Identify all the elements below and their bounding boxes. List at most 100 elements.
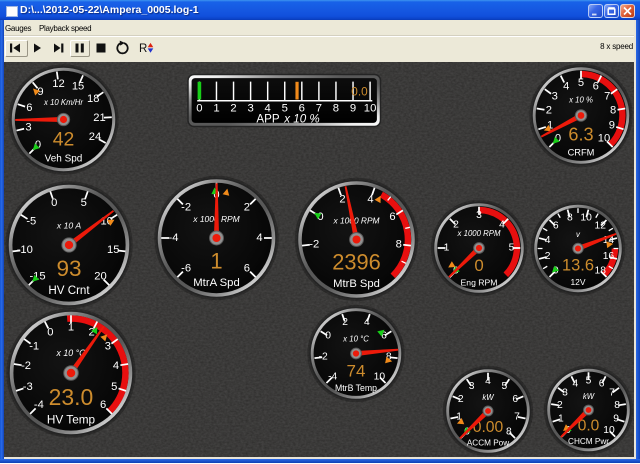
svg-text:10: 10 [580, 213, 592, 224]
svg-text:12: 12 [52, 78, 64, 90]
svg-text:x 10 %: x 10 % [283, 113, 319, 126]
svg-text:8: 8 [610, 104, 616, 116]
svg-text:ACCM Pow: ACCM Pow [467, 439, 509, 448]
svg-text:5: 5 [509, 243, 515, 254]
svg-text:2: 2 [230, 103, 236, 115]
svg-text:5: 5 [502, 381, 508, 392]
svg-text:MtrA Spd: MtrA Spd [193, 277, 239, 289]
svg-text:CHCM Pwr: CHCM Pwr [568, 437, 609, 446]
svg-text:7: 7 [604, 90, 610, 102]
svg-text:6: 6 [389, 211, 395, 223]
svg-text:6: 6 [599, 379, 605, 390]
svg-text:0: 0 [474, 256, 483, 275]
svg-text:-2: -2 [21, 360, 31, 372]
svg-text:-5: -5 [26, 215, 36, 227]
svg-text:3: 3 [562, 387, 568, 398]
svg-text:x 10 %: x 10 % [568, 95, 593, 104]
svg-text:4: 4 [113, 360, 119, 372]
svg-text:10: 10 [603, 425, 615, 436]
svg-text:CRFM: CRFM [568, 148, 595, 158]
svg-text:APP: APP [256, 113, 279, 126]
svg-text:2: 2 [339, 193, 345, 205]
svg-text:x 10 °C: x 10 °C [342, 334, 369, 343]
svg-text:-15: -15 [29, 270, 45, 282]
svg-text:0: 0 [51, 197, 57, 209]
svg-text:15: 15 [72, 81, 84, 93]
svg-text:7: 7 [609, 387, 615, 398]
svg-text:74: 74 [347, 362, 366, 381]
svg-text:-10: -10 [17, 244, 33, 256]
svg-text:-2: -2 [319, 352, 328, 363]
svg-text:10: 10 [364, 103, 377, 115]
svg-text:12: 12 [595, 221, 607, 232]
svg-text:20: 20 [94, 270, 106, 282]
svg-text:5: 5 [578, 77, 584, 89]
svg-text:12V: 12V [570, 277, 585, 287]
svg-text:-2: -2 [309, 238, 319, 250]
svg-text:x 10 A: x 10 A [56, 220, 81, 230]
svg-text:5: 5 [81, 197, 87, 209]
svg-text:6: 6 [593, 81, 599, 93]
svg-text:8: 8 [506, 426, 512, 437]
svg-text:4: 4 [364, 317, 370, 328]
svg-text:kW: kW [482, 393, 494, 402]
svg-text:2: 2 [557, 400, 563, 411]
svg-text:-4: -4 [169, 232, 179, 244]
svg-text:Eng RPM: Eng RPM [461, 277, 498, 287]
svg-text:16: 16 [603, 251, 615, 262]
svg-text:MtrB Spd: MtrB Spd [333, 278, 380, 290]
svg-text:3: 3 [247, 103, 253, 115]
svg-text:3: 3 [552, 90, 558, 102]
svg-text:4: 4 [545, 235, 551, 246]
svg-text:1: 1 [444, 243, 450, 254]
svg-text:1: 1 [558, 413, 564, 424]
svg-text:5: 5 [586, 376, 592, 387]
svg-text:2: 2 [458, 394, 464, 405]
svg-text:2396: 2396 [332, 250, 381, 275]
svg-text:x 1000 RPM: x 1000 RPM [457, 229, 501, 238]
svg-text:1: 1 [210, 248, 222, 273]
svg-text:4: 4 [367, 193, 373, 205]
svg-text:6: 6 [512, 394, 518, 405]
svg-text:9: 9 [609, 120, 615, 132]
svg-text:0: 0 [325, 330, 331, 341]
svg-text:8: 8 [396, 238, 402, 250]
svg-text:18: 18 [87, 93, 99, 105]
svg-text:6: 6 [26, 102, 32, 114]
svg-text:8: 8 [614, 400, 620, 411]
svg-text:MtrB Temp: MtrB Temp [335, 383, 377, 393]
svg-text:HV Temp: HV Temp [47, 413, 96, 426]
svg-text:-4: -4 [328, 371, 337, 382]
svg-text:0: 0 [47, 326, 53, 338]
svg-text:3: 3 [25, 122, 31, 134]
svg-text:21: 21 [93, 112, 105, 124]
svg-text:9: 9 [350, 103, 356, 115]
svg-text:15: 15 [107, 244, 119, 256]
svg-text:-3: -3 [23, 381, 33, 393]
svg-text:1: 1 [68, 322, 74, 334]
svg-text:-1: -1 [29, 340, 39, 352]
svg-text:9: 9 [613, 413, 619, 424]
svg-text:1: 1 [213, 103, 219, 115]
svg-text:3: 3 [105, 340, 111, 352]
svg-text:13.6: 13.6 [562, 257, 594, 275]
svg-text:3: 3 [469, 381, 475, 392]
svg-text:3: 3 [476, 210, 482, 221]
svg-text:6: 6 [100, 399, 106, 411]
svg-text:8: 8 [567, 213, 573, 224]
svg-text:7: 7 [514, 411, 520, 422]
svg-text:5: 5 [111, 381, 117, 393]
svg-text:2: 2 [545, 251, 551, 262]
svg-text:2: 2 [342, 317, 348, 328]
svg-text:-6: -6 [181, 262, 191, 274]
svg-text:10: 10 [598, 132, 610, 144]
svg-text:R: R [139, 43, 147, 55]
svg-text:x 1000 RPM: x 1000 RPM [332, 216, 379, 226]
svg-text:4: 4 [563, 81, 569, 93]
svg-text:4: 4 [256, 232, 262, 244]
svg-text:6: 6 [553, 221, 559, 232]
svg-text:93: 93 [56, 256, 81, 281]
svg-text:-2: -2 [181, 202, 191, 214]
svg-text:18: 18 [595, 265, 607, 276]
svg-text:24: 24 [89, 131, 101, 143]
